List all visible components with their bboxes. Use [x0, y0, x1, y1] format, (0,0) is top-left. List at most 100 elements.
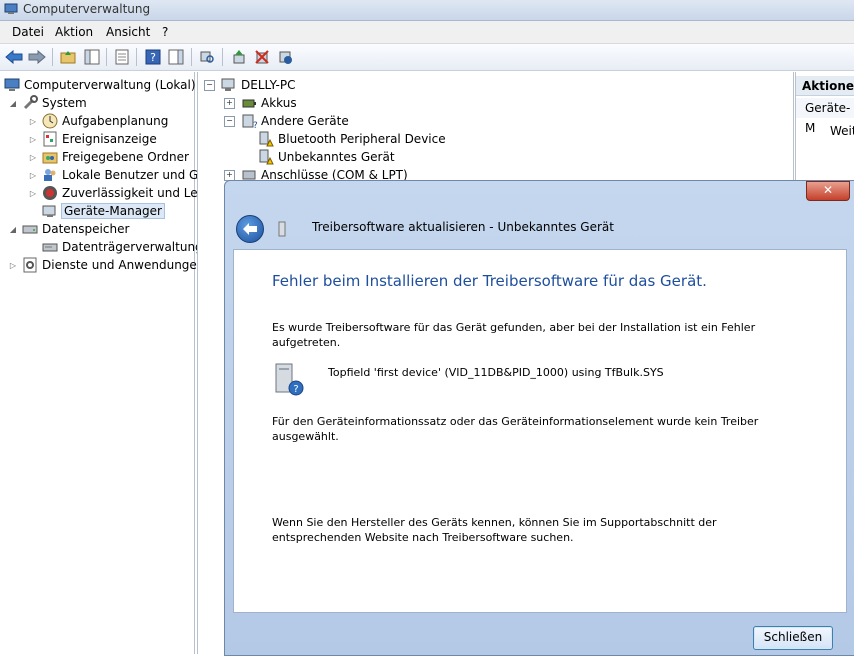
- uninstall-device-icon[interactable]: [252, 47, 272, 67]
- tree-item-system[interactable]: ◢ System: [8, 94, 87, 112]
- tree-label: Aufgabenplanung: [62, 114, 169, 128]
- collapse-box-icon[interactable]: −: [224, 115, 235, 127]
- tree-label: Andere Geräte: [261, 114, 349, 128]
- menu-ansicht[interactable]: Ansicht: [106, 25, 150, 39]
- svg-text:?: ?: [293, 384, 298, 395]
- back-arrow-icon[interactable]: [4, 47, 24, 67]
- event-viewer-icon: [43, 131, 57, 147]
- actions-section-geraete[interactable]: Geräte-M: [796, 98, 854, 135]
- back-button[interactable]: [236, 215, 264, 243]
- tree-item-datentraegerverwaltung[interactable]: Datenträgerverwaltung: [42, 238, 203, 256]
- tree-label: Unbekanntes Gerät: [278, 150, 395, 164]
- console-tree: Computerverwaltung (Lokal) ◢ System ▷ Au…: [0, 72, 211, 654]
- window-titlebar: Computerverwaltung: [0, 0, 854, 21]
- collapsed-triangle-icon[interactable]: ▷: [28, 171, 38, 180]
- warning-device-icon: [259, 149, 274, 165]
- tree-label: Bluetooth Peripheral Device: [278, 132, 446, 146]
- tree-label: Datenspeicher: [42, 222, 130, 236]
- users-icon: [44, 169, 56, 181]
- menu-aktion[interactable]: Aktion: [55, 25, 93, 39]
- unknown-device-large-icon: ?: [275, 363, 304, 396]
- collapsed-triangle-icon[interactable]: ▷: [28, 189, 38, 198]
- performance-icon: [43, 186, 57, 200]
- error-detail-line: ausgewählt.: [272, 430, 339, 443]
- services-icon: [23, 257, 37, 273]
- tree-label: Ereignisanzeige: [62, 132, 157, 146]
- support-hint-line: entsprechenden Website nach Treibersoftw…: [272, 531, 574, 544]
- unknown-device-icon: ?: [242, 114, 257, 129]
- device-small-icon: [278, 221, 286, 237]
- tree-item-freigegebene-ordner[interactable]: ▷ Freigegebene Ordner: [28, 148, 189, 166]
- collapsed-triangle-icon[interactable]: ▷: [28, 153, 38, 162]
- device-tree-bluetooth[interactable]: Bluetooth Peripheral Device: [258, 130, 446, 148]
- menu-datei[interactable]: Datei: [12, 25, 44, 39]
- dialog-content: Fehler beim Installieren der Treibersoft…: [233, 249, 847, 613]
- properties-list-icon[interactable]: [112, 47, 132, 67]
- tree-label: Zuverlässigkeit und Leis: [62, 186, 208, 200]
- expanded-triangle-icon[interactable]: ◢: [8, 225, 18, 234]
- computer-management-icon: [4, 78, 20, 91]
- update-driver-icon[interactable]: [229, 47, 249, 67]
- close-icon[interactable]: ✕: [806, 181, 850, 201]
- computer-management-icon: [4, 3, 18, 14]
- collapsed-triangle-icon[interactable]: ▷: [28, 135, 38, 144]
- actions-item-weitere[interactable]: Weit: [830, 124, 854, 138]
- error-heading: Fehler beim Installieren der Treibersoft…: [272, 272, 707, 290]
- error-message-line: aufgetreten.: [272, 336, 341, 349]
- action-pane-icon[interactable]: [166, 47, 186, 67]
- error-message-line: Es wurde Treibersoftware für das Gerät g…: [272, 321, 756, 334]
- tree-label: DELLY-PC: [241, 78, 296, 92]
- collapsed-triangle-icon[interactable]: ▷: [8, 261, 18, 270]
- collapse-box-icon[interactable]: −: [204, 79, 215, 91]
- dialog-title: Treibersoftware aktualisieren - Unbekann…: [312, 220, 614, 234]
- tree-label: Dienste und Anwendungen: [42, 258, 205, 272]
- device-description: Topfield 'first device' (VID_11DB&PID_10…: [328, 366, 664, 379]
- device-tree-root[interactable]: − DELLY-PC: [204, 76, 295, 94]
- tree-item-zuverlaessigkeit[interactable]: ▷ Zuverlässigkeit und Leis: [28, 184, 207, 202]
- battery-icon: [242, 99, 256, 108]
- up-folder-icon[interactable]: [58, 47, 78, 67]
- support-hint-line: Wenn Sie den Hersteller des Geräts kenne…: [272, 516, 717, 529]
- error-detail: Für den Geräteinformationssatz oder das …: [272, 414, 772, 444]
- error-message: Es wurde Treibersoftware für das Gerät g…: [272, 320, 772, 350]
- clock-icon: [42, 113, 58, 129]
- close-button[interactable]: Schließen: [753, 626, 833, 650]
- tree-label: Lokale Benutzer und Gru: [62, 168, 211, 182]
- scan-hardware-icon[interactable]: [197, 47, 217, 67]
- tree-label: Computerverwaltung (Lokal): [24, 78, 196, 92]
- forward-arrow-icon[interactable]: [27, 47, 47, 67]
- expanded-triangle-icon[interactable]: ◢: [8, 99, 18, 108]
- collapsed-triangle-icon[interactable]: ▷: [28, 117, 38, 126]
- warning-device-icon: [259, 131, 274, 147]
- show-hide-tree-icon[interactable]: [82, 47, 102, 67]
- shared-folder-icon: [42, 152, 58, 164]
- tree-item-geraete-manager[interactable]: Geräte-Manager: [42, 202, 165, 220]
- disable-device-icon[interactable]: [275, 47, 295, 67]
- expand-box-icon[interactable]: +: [224, 97, 235, 109]
- tree-item-datenspeicher[interactable]: ◢ Datenspeicher: [8, 220, 129, 238]
- disk-management-icon: [42, 243, 58, 252]
- menu-help[interactable]: ?: [162, 25, 168, 39]
- tree-item-dienste[interactable]: ▷ Dienste und Anwendungen: [8, 256, 204, 274]
- tree-label: Datenträgerverwaltung: [62, 240, 203, 254]
- tree-item-ereignisanzeige[interactable]: ▷ Ereignisanzeige: [28, 130, 157, 148]
- window-title: Computerverwaltung: [23, 2, 151, 16]
- support-hint: Wenn Sie den Hersteller des Geräts kenne…: [272, 515, 772, 545]
- device-tree-andere-geraete[interactable]: − ? Andere Geräte: [224, 112, 349, 130]
- update-driver-dialog: ✕ Treibersoftware aktualisieren - Unbeka…: [224, 180, 854, 656]
- svg-text:?: ?: [253, 121, 257, 129]
- tree-item-aufgabenplanung[interactable]: ▷ Aufgabenplanung: [28, 112, 168, 130]
- tree-label: Freigegebene Ordner: [62, 150, 189, 164]
- tree-label: Akkus: [261, 96, 297, 110]
- tree-label: Geräte-Manager: [61, 203, 165, 219]
- tree-item-root[interactable]: Computerverwaltung (Lokal): [4, 76, 196, 94]
- tree-item-lokale-benutzer[interactable]: ▷ Lokale Benutzer und Gru: [28, 166, 211, 184]
- expand-box-icon[interactable]: +: [224, 169, 235, 181]
- device-tree-akkus[interactable]: + Akkus: [224, 94, 297, 112]
- help-icon[interactable]: ?: [143, 47, 163, 67]
- tree-label: System: [42, 96, 87, 110]
- computer-icon: [221, 78, 235, 91]
- back-arrow-icon: [243, 223, 257, 235]
- error-detail-line: Für den Geräteinformationssatz oder das …: [272, 415, 759, 428]
- device-tree-unbekannt[interactable]: Unbekanntes Gerät: [258, 148, 395, 166]
